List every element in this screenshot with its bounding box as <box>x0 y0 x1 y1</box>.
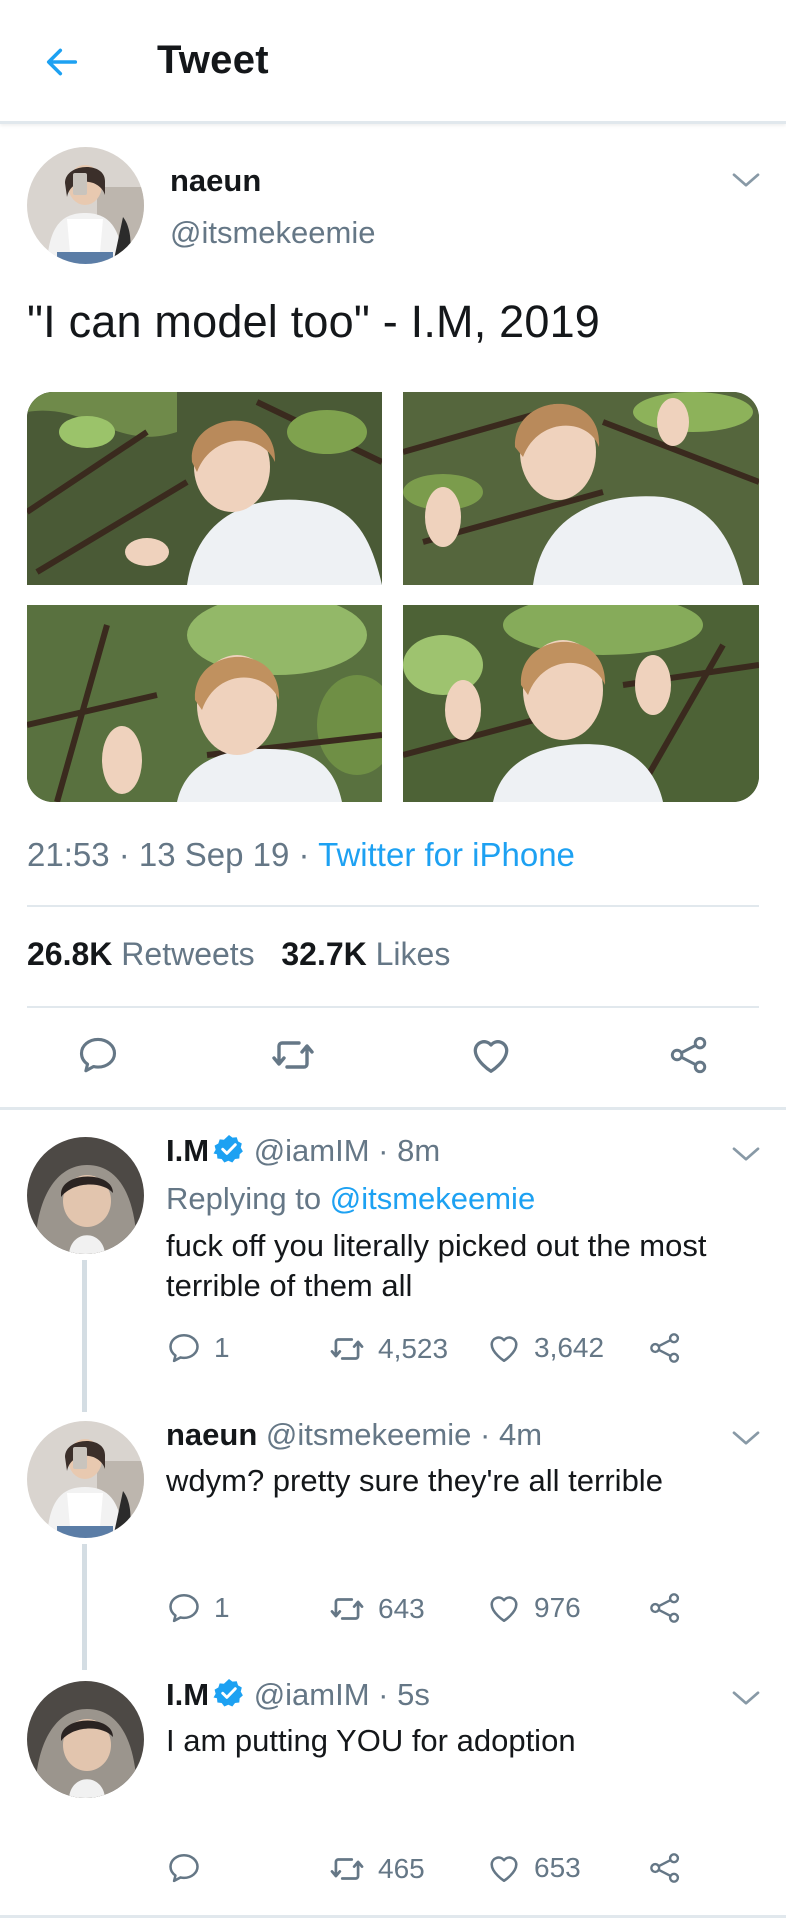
reply-text: I am putting YOU for adoption <box>166 1723 576 1758</box>
reply-author-handle[interactable]: @iamIM <box>254 1677 370 1712</box>
reply-button[interactable]: 1 <box>166 1590 230 1626</box>
retweet-icon <box>328 1850 366 1888</box>
retweet-count: 4,523 <box>378 1333 449 1364</box>
like-count: 976 <box>534 1592 581 1623</box>
avatar-photo <box>27 1137 144 1254</box>
likes-stat[interactable]: 32.7K Likes <box>281 936 450 972</box>
tweet-photo-2[interactable] <box>403 392 759 585</box>
reply-time: 5s <box>397 1677 430 1712</box>
author-handle[interactable]: @itsmekeemie <box>170 215 375 251</box>
mention-link[interactable]: @itsmekeemie <box>330 1181 535 1216</box>
reply-button[interactable] <box>166 1850 214 1886</box>
verified-badge-icon <box>213 1677 245 1709</box>
tweet-photo-4[interactable] <box>403 605 759 802</box>
reply-author-name[interactable]: I.M <box>166 1677 209 1712</box>
divider <box>0 1915 786 1918</box>
avatar[interactable] <box>27 1421 144 1538</box>
author-name[interactable]: naeun <box>170 163 261 199</box>
media-grid <box>27 392 759 802</box>
retweet-count: 643 <box>378 1593 425 1624</box>
share-icon <box>647 1330 683 1366</box>
tweet-source-link[interactable]: Twitter for iPhone <box>318 836 575 873</box>
like-button[interactable]: 3,642 <box>486 1330 604 1366</box>
share-icon <box>667 1033 711 1077</box>
reply-author-handle[interactable]: @itsmekeemie <box>266 1417 471 1452</box>
reply-icon <box>166 1590 202 1626</box>
tweet-date: 13 Sep 19 <box>138 836 290 873</box>
like-button[interactable] <box>466 1030 516 1080</box>
like-button[interactable]: 653 <box>486 1850 581 1886</box>
reply-text: wdym? pretty sure they're all terrible <box>166 1463 663 1498</box>
reply-time: 4m <box>498 1417 543 1452</box>
avatar-photo <box>27 147 144 264</box>
reply-author-name[interactable]: I.M <box>166 1133 209 1168</box>
reply-header: I.M @iamIM · 5s <box>166 1677 430 1712</box>
reply-author-name[interactable]: naeun <box>166 1417 257 1452</box>
retweet-icon <box>328 1590 366 1628</box>
top-app-bar: Tweet <box>0 0 786 124</box>
chevron-down-icon[interactable] <box>728 162 764 198</box>
divider <box>27 1006 759 1008</box>
retweets-stat[interactable]: 26.8K Retweets <box>27 936 255 972</box>
reply-icon <box>166 1850 202 1886</box>
tweet-photo-1[interactable] <box>27 392 382 585</box>
like-count: 3,642 <box>534 1332 605 1363</box>
like-count: 653 <box>534 1852 581 1883</box>
reply-text: fuck off you literally picked out the mo… <box>166 1228 707 1303</box>
thread-line <box>82 1260 87 1412</box>
reply-button[interactable]: 1 <box>166 1330 230 1366</box>
share-button[interactable] <box>647 1850 683 1891</box>
replying-to: Replying to @itsmekeemie <box>166 1181 536 1216</box>
avatar-photo <box>27 1421 144 1538</box>
like-icon <box>468 1032 514 1078</box>
tweet-meta: 21:53 · 13 Sep 19 · Twitter for iPhone <box>27 836 575 873</box>
chevron-down-icon[interactable] <box>728 1136 764 1172</box>
verified-badge-icon <box>213 1133 245 1165</box>
retweet-button[interactable]: 465 <box>328 1850 425 1888</box>
tweet-stats: 26.8K Retweets 32.7K Likes <box>27 936 450 973</box>
divider <box>27 905 759 907</box>
reply-icon <box>166 1330 202 1366</box>
retweet-button[interactable]: 4,523 <box>328 1330 448 1368</box>
avatar-photo <box>27 1681 144 1798</box>
page-title: Tweet <box>157 38 269 82</box>
like-icon <box>486 1330 522 1366</box>
reply-count: 1 <box>214 1592 230 1623</box>
like-icon <box>486 1850 522 1886</box>
retweet-button[interactable] <box>268 1030 318 1080</box>
reply-count: 1 <box>214 1332 230 1363</box>
tweet-text: "I can model too" - I.M, 2019 <box>27 296 601 347</box>
chevron-down-icon[interactable] <box>728 1420 764 1456</box>
reply-icon <box>76 1033 120 1077</box>
retweet-count: 465 <box>378 1853 425 1884</box>
avatar[interactable] <box>27 147 144 264</box>
arrow-left-icon <box>46 48 78 76</box>
like-button[interactable]: 976 <box>486 1590 581 1626</box>
tweet-time: 21:53 <box>27 836 110 873</box>
like-icon <box>486 1590 522 1626</box>
share-icon <box>647 1850 683 1886</box>
reply-header: naeun @itsmekeemie · 4m <box>166 1417 543 1452</box>
thread-line <box>82 1544 87 1670</box>
retweet-icon <box>328 1330 366 1368</box>
share-icon <box>647 1590 683 1626</box>
chevron-down-icon[interactable] <box>728 1680 764 1716</box>
avatar[interactable] <box>27 1681 144 1798</box>
reply-button[interactable] <box>73 1030 123 1080</box>
reply-time: 8m <box>397 1133 441 1168</box>
retweet-button[interactable]: 643 <box>328 1590 425 1628</box>
retweet-icon <box>269 1031 317 1079</box>
tweet-photo-3[interactable] <box>27 605 382 802</box>
reply-author-handle[interactable]: @iamIM <box>254 1133 370 1168</box>
section-separator <box>0 1107 786 1110</box>
avatar[interactable] <box>27 1137 144 1254</box>
reply-header: I.M @iamIM · 8m <box>166 1133 441 1168</box>
back-button[interactable] <box>38 38 86 86</box>
share-button[interactable] <box>664 1030 714 1080</box>
share-button[interactable] <box>647 1590 683 1631</box>
share-button[interactable] <box>647 1330 683 1371</box>
